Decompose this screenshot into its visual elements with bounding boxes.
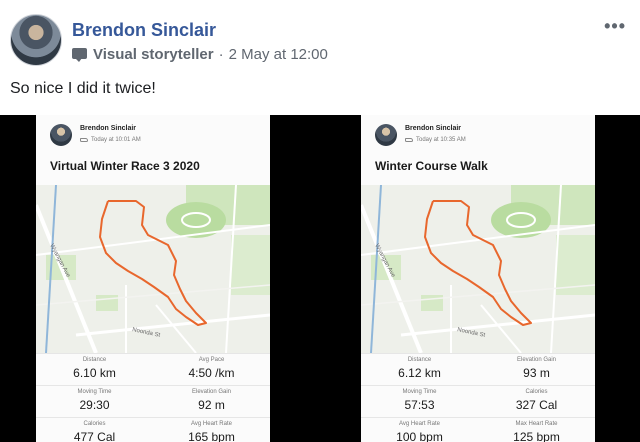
stat-value: 165 bpm [188,430,235,442]
stat-elevation-gain: Elevation Gain 92 m [153,389,270,412]
stat-label: Calories [83,421,106,427]
athlete-name: Brendon Sinclair [405,125,462,132]
athlete-avatar [375,124,397,146]
athlete-avatar [50,124,72,146]
meta-separator: · [218,46,224,63]
stat-label: Distance [407,357,432,363]
stat-value: 125 bpm [513,430,560,442]
shoe-icon [405,138,413,142]
stat-value: 6.12 km [398,366,441,380]
stat-label: Avg Heart Rate [191,421,232,427]
post-header: Brendon Sinclair Visual storyteller · 2 … [10,10,630,66]
stat-value: 4:50 /km [188,366,235,380]
stat-value: 327 Cal [515,398,558,412]
stat-moving-time: Moving Time 29:30 [36,389,153,412]
photo-strip[interactable]: Brendon Sinclair Today at 10:01 AM Virtu… [0,115,640,442]
stat-value: 57:53 [404,398,435,412]
stat-label: Moving Time [402,389,437,395]
stat-max-heart-rate: Max Heart Rate 125 bpm [478,421,595,442]
more-options-button[interactable]: ••• [604,16,626,37]
post-meta: Visual storyteller · 2 May at 12:00 [72,46,328,63]
shoe-icon [80,138,88,142]
stat-value: 29:30 [79,398,110,412]
stat-row: Calories 477 Cal Avg Heart Rate 165 bpm [36,417,270,442]
stat-row: Avg Heart Rate 100 bpm Max Heart Rate 12… [361,417,595,442]
stat-label: Elevation Gain [516,357,557,363]
post-text: So nice I did it twice! [10,80,156,97]
stat-label: Avg Pace [198,357,225,363]
stat-moving-time: Moving Time 57:53 [361,389,478,412]
author-name[interactable]: Brendon Sinclair [72,20,216,41]
route-map: Wyangan Ave Noonda St [36,185,270,353]
stat-value: 6.10 km [73,366,116,380]
stat-row: Distance 6.12 km Elevation Gain 93 m [361,353,595,385]
route-map: Wyangan Ave Noonda St [361,185,595,353]
stat-distance: Distance 6.12 km [361,357,478,380]
activity-time: Today at 10:35 AM [405,137,466,143]
activity-time: Today at 10:01 AM [80,137,141,143]
stat-row: Moving Time 57:53 Calories 327 Cal [361,385,595,417]
stat-label: Max Heart Rate [515,421,558,427]
stat-calories: Calories 327 Cal [478,389,595,412]
stat-avg-heart-rate: Avg Heart Rate 100 bpm [361,421,478,442]
stat-distance: Distance 6.10 km [36,357,153,380]
stat-label: Distance [82,357,107,363]
activity-photo-1[interactable]: Brendon Sinclair Today at 10:01 AM Virtu… [36,115,270,442]
stat-label: Calories [525,389,548,395]
stat-row: Distance 6.10 km Avg Pace 4:50 /km [36,353,270,385]
author-avatar[interactable] [10,14,62,66]
stat-label: Moving Time [77,389,112,395]
activity-time-text: Today at 10:01 AM [91,137,141,143]
activity-title: Winter Course Walk [375,159,488,173]
activity-time-text: Today at 10:35 AM [416,137,466,143]
activity-title: Virtual Winter Race 3 2020 [50,159,200,173]
stat-label: Elevation Gain [191,389,232,395]
stat-calories: Calories 477 Cal [36,421,153,442]
post-date[interactable]: 2 May at 12:00 [229,46,328,63]
stat-elevation-gain: Elevation Gain 93 m [478,357,595,380]
author-role: Visual storyteller [93,46,214,63]
stat-row: Moving Time 29:30 Elevation Gain 92 m [36,385,270,417]
activity-photo-2[interactable]: Brendon Sinclair Today at 10:35 AM Winte… [361,115,595,442]
stat-value: 92 m [198,398,225,412]
athlete-name: Brendon Sinclair [80,125,137,132]
speech-bubble-icon [72,47,88,62]
stat-avg-pace: Avg Pace 4:50 /km [153,357,270,380]
stat-value: 100 bpm [396,430,443,442]
stat-label: Avg Heart Rate [399,421,440,427]
stat-avg-heart-rate: Avg Heart Rate 165 bpm [153,421,270,442]
stat-value: 93 m [523,366,550,380]
stat-value: 477 Cal [73,430,116,442]
